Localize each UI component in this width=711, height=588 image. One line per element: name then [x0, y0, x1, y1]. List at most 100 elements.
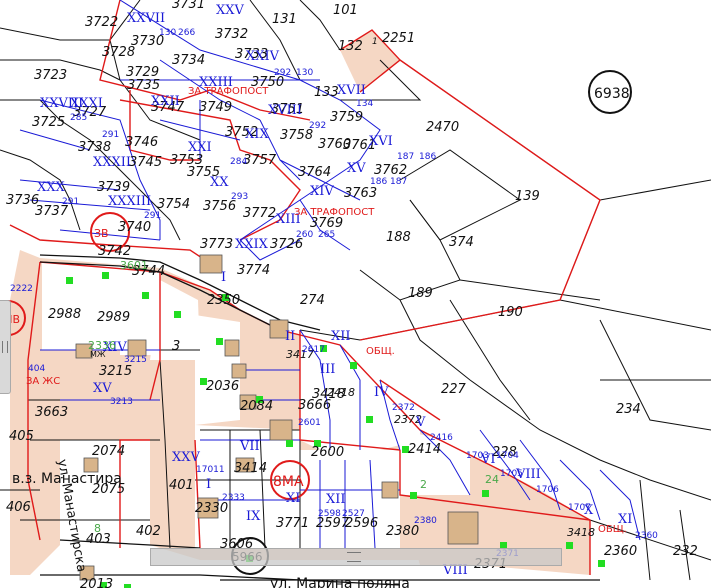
green-number: 2336: [88, 339, 116, 352]
parcel-label: 2074: [92, 444, 125, 459]
parcel-label: 139: [515, 189, 540, 204]
lot-number: 3215: [124, 355, 147, 365]
parcel-label: 3414: [234, 461, 267, 476]
parcel-label: 3746: [125, 135, 158, 150]
parcel-label: 190: [498, 305, 523, 320]
parcel-label: 2414: [408, 442, 441, 457]
block-label: XI: [286, 491, 300, 506]
zhs-label: ЗА ЖС: [26, 376, 60, 387]
block-label: XIV: [310, 184, 334, 199]
parcel-label: 374: [449, 235, 474, 250]
parcel-label: 2251: [382, 31, 415, 46]
parcel-label: 189: [408, 286, 433, 301]
lot-number: 292: [309, 121, 326, 131]
block-label: IV: [374, 385, 389, 400]
parcel-label: 3663: [35, 405, 68, 420]
block-label: XV: [93, 381, 112, 396]
block-label: XII: [331, 329, 351, 344]
block-label: I: [221, 270, 226, 285]
parcel-label: 2084: [240, 399, 273, 414]
parcel-label: 3740: [118, 220, 151, 235]
parcel-label: 3732: [215, 27, 248, 42]
parcel-label: 2380: [386, 524, 419, 539]
parcel-label: 405: [9, 429, 34, 444]
parcel-label: 232: [673, 544, 698, 559]
scrollbar-grip-icon: [347, 552, 361, 562]
parcel-label: 3722: [85, 15, 118, 30]
parcel-label: 132: [338, 39, 363, 54]
lot-number: 291: [102, 130, 119, 140]
block-label: IX: [246, 509, 261, 524]
parcel-label: 402: [136, 524, 161, 539]
block-label: XXV: [172, 450, 201, 465]
lot-number: 266: [178, 28, 195, 38]
parcel-label: 2470: [426, 120, 459, 135]
parcel-label: 3725: [32, 115, 65, 130]
lot-number: 265: [318, 230, 335, 240]
lot-number: 2527: [342, 509, 365, 519]
lot-number: 291: [144, 211, 161, 221]
parcel-label: 2013: [80, 577, 113, 588]
parcel-label: 3769: [310, 216, 343, 231]
parcel-label: 3739: [97, 180, 130, 195]
block-label: XXII: [151, 94, 180, 109]
lot-number: 284: [230, 157, 247, 167]
block-label: XX: [210, 175, 229, 190]
lot-number: 2333: [222, 493, 245, 503]
parcel-label: 3773: [200, 237, 233, 252]
lot-number: 134: [356, 99, 373, 109]
block-label: V: [415, 415, 426, 430]
lot-number: 260: [296, 230, 313, 240]
block-label: XXI: [188, 140, 212, 155]
parcel-label: 2036: [206, 379, 239, 394]
cadastral-map[interactable]: 6938 ЗВ МВ 8МА 5966 3722 3731 101 131 37…: [0, 0, 711, 588]
lot-number: 2617: [302, 345, 325, 355]
parcel-label: 3: [172, 339, 180, 354]
green-number: 3601: [120, 259, 148, 272]
parcel-label: 274: [300, 293, 325, 308]
parcel-label: 2360: [604, 544, 637, 559]
parcel-label: 401: [169, 478, 194, 493]
lot-number: 1703: [466, 451, 489, 461]
lot-number: 2598: [318, 509, 341, 519]
block-label: XXX: [37, 180, 66, 195]
parcel-label: 2989: [97, 310, 130, 325]
parcel-label: 3774: [237, 263, 270, 278]
parcel-label: 3745: [129, 155, 162, 170]
street-label-marina-polyana: ул. Марина поляна: [270, 576, 410, 588]
lot-number: 1704: [496, 451, 519, 461]
lot-number: 130: [296, 68, 313, 78]
block-label: XXV: [216, 3, 245, 18]
side-panel-toggle[interactable]: [0, 300, 11, 394]
lot-number: 291: [62, 197, 79, 207]
lot-number: 186: [419, 152, 436, 162]
block-label: XXIX: [235, 237, 269, 252]
parcel-label: 3749: [199, 100, 232, 115]
parcel-label: 3771: [276, 516, 309, 531]
parcel-label: 3754: [157, 197, 190, 212]
lot-number: 292: [274, 68, 291, 78]
block-label: XXIV: [246, 49, 280, 64]
lot-number: 1707: [568, 503, 591, 513]
parcel-label: 2350: [207, 293, 240, 308]
circle-8ma-label: 8МА: [273, 474, 304, 490]
block-label: VII: [239, 439, 260, 454]
trafo-label-2: ЗА ТРАФОПОСТ: [294, 207, 375, 218]
green-number: 24: [485, 473, 499, 486]
lot-number: 2222: [10, 284, 33, 294]
parcel-label: 3215: [99, 364, 132, 379]
lot-number: 404: [28, 364, 45, 374]
circle-red-label: ЗВ: [94, 227, 109, 240]
parcel-label: 133: [314, 85, 339, 100]
lot-number: 2360: [635, 531, 658, 541]
parcel-label: 3762: [374, 163, 407, 178]
map-canvas[interactable]: 6938 ЗВ МВ 8МА 5966 3722 3731 101 131 37…: [0, 0, 711, 588]
parcel-label: 3731: [172, 0, 205, 12]
lot-number: 2416: [430, 433, 453, 443]
block-label: XV: [347, 161, 366, 176]
lot-number: 187: [390, 177, 407, 187]
horizontal-scrollbar[interactable]: [150, 548, 562, 566]
parcel-label: 3764: [298, 165, 331, 180]
lot-number: 293: [231, 192, 248, 202]
green-number: 2: [420, 478, 427, 491]
